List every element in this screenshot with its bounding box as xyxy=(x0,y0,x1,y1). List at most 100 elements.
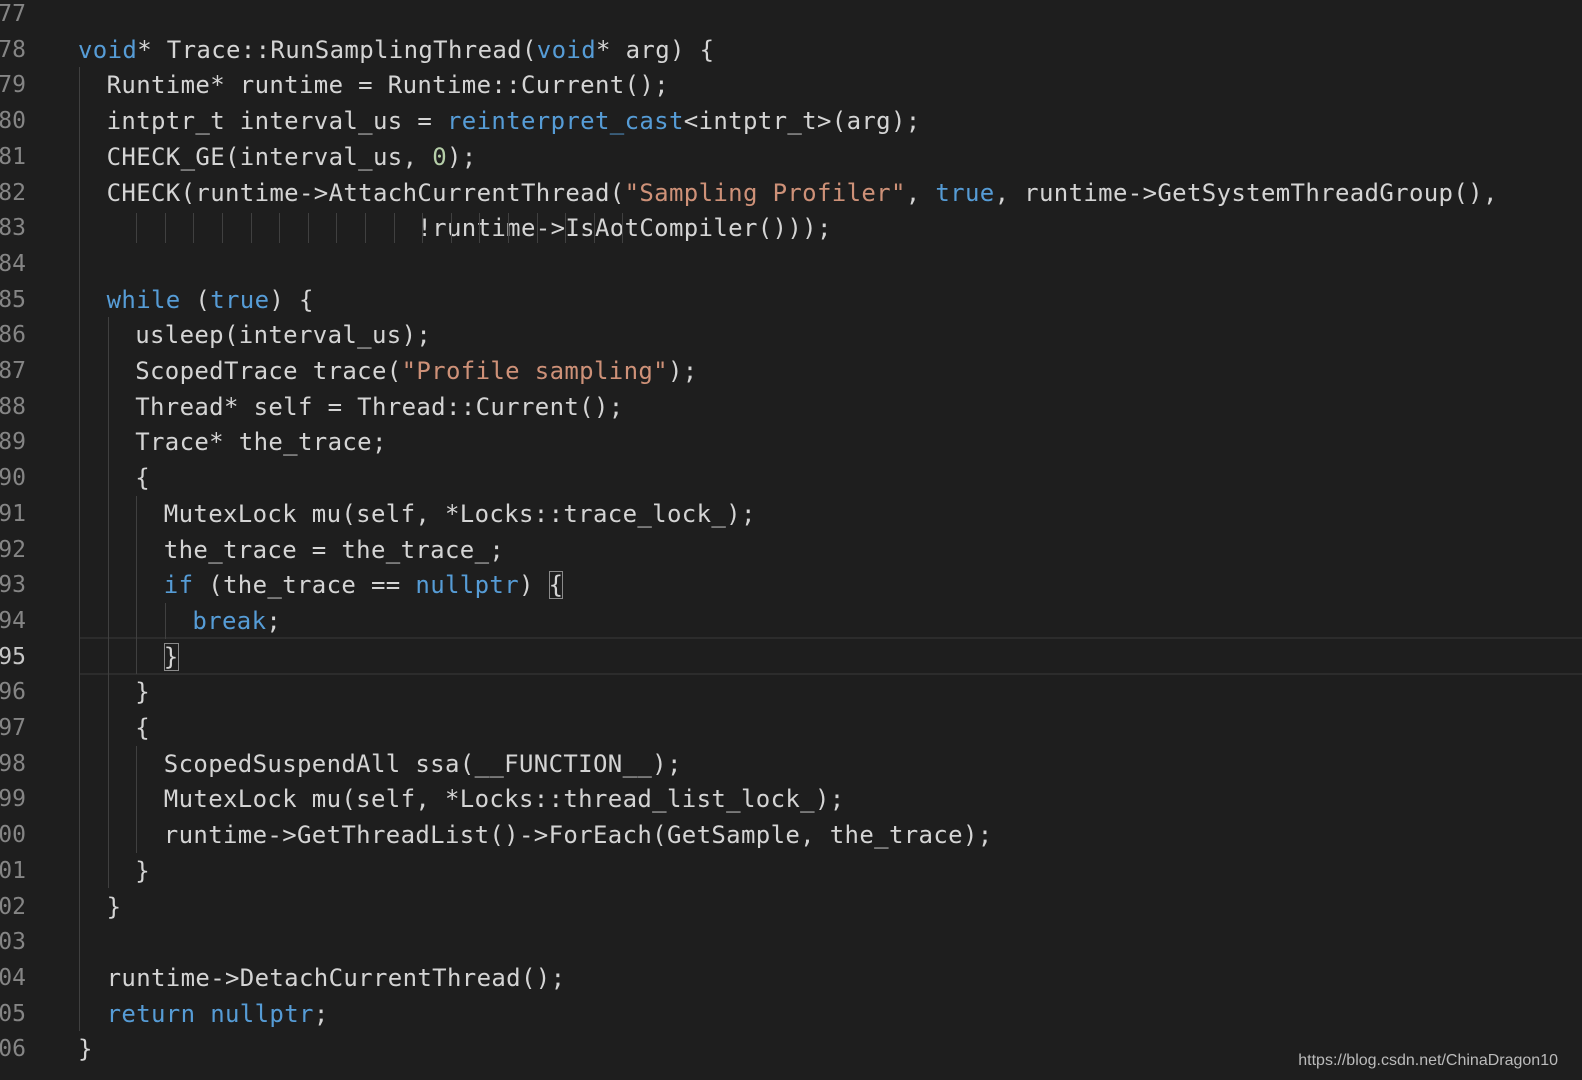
line-number: 98 xyxy=(0,750,26,777)
code-line[interactable]: 00 runtime->GetThreadList()->ForEach(GetS… xyxy=(0,817,1582,853)
code-token: ) { xyxy=(269,285,314,314)
line-number: 87 xyxy=(0,358,26,384)
code-line[interactable]: 05 return nullptr; xyxy=(0,996,1582,1032)
keyword-token: void xyxy=(78,35,138,64)
code-line[interactable]: 88 Thread* self = Thread::Current(); xyxy=(0,389,1582,425)
line-number: 94 xyxy=(0,607,26,634)
code-token: Runtime* runtime = Runtime::Current(); xyxy=(106,71,669,100)
alignment-guide xyxy=(365,213,366,243)
alignment-guide xyxy=(479,213,481,243)
code-line[interactable]: 95} xyxy=(0,639,1582,675)
indent-guide xyxy=(79,67,80,1032)
code-line[interactable]: 78 void* Trace::RunSamplingThread(void* a… xyxy=(0,32,1582,68)
code-text: runtime->GetThreadList()->ForEach(GetSam… xyxy=(164,817,993,853)
code-text: return nullptr; xyxy=(107,996,329,1032)
code-line[interactable]: 97 { xyxy=(0,710,1582,746)
code-text: the_trace = the_trace_; xyxy=(164,532,504,568)
code-text: Thread* self = Thread::Current(); xyxy=(135,389,623,425)
bracket-match: { xyxy=(548,571,564,600)
alignment-guide xyxy=(136,213,138,243)
code-text: Trace* the_trace; xyxy=(135,424,387,460)
code-token: } xyxy=(78,1035,93,1064)
code-token: } xyxy=(135,856,150,885)
code-text: runtime->DetachCurrentThread(); xyxy=(107,960,566,996)
alignment-guide xyxy=(508,213,509,243)
code-text: } xyxy=(78,1031,93,1067)
code-editor[interactable]: 77 78 void* Trace::RunSamplingThread(void*… xyxy=(0,0,1582,1080)
line-number: 03 xyxy=(0,929,26,956)
code-token: CHECK(runtime->AttachCurrentThread( xyxy=(106,178,625,207)
code-line[interactable]: 91 MutexLock mu(self, *Locks::trace_lock_… xyxy=(0,496,1582,532)
code-text: Runtime* runtime = Runtime::Current(); xyxy=(107,67,669,103)
code-line[interactable]: 02} xyxy=(0,889,1582,925)
code-text: ScopedTrace trace("Profile sampling"); xyxy=(135,353,697,389)
code-line[interactable]: 94 break; xyxy=(0,603,1582,639)
alignment-guide xyxy=(336,213,338,243)
bracket-match: } xyxy=(163,642,179,671)
alignment-guide xyxy=(250,213,252,243)
line-number: 89 xyxy=(0,429,26,456)
alignment-guide xyxy=(164,213,166,243)
code-token: MutexLock mu(self, *Locks::trace_lock_); xyxy=(163,499,756,528)
code-token: * arg) { xyxy=(596,35,715,64)
code-line[interactable]: 84 xyxy=(0,246,1582,282)
line-number: 84 xyxy=(0,250,26,277)
code-text: if (the_trace == nullptr) { xyxy=(164,567,564,603)
keyword-token: true xyxy=(210,285,270,314)
code-text: while (true) { xyxy=(107,282,314,318)
code-text: MutexLock mu(self, *Locks::trace_lock_); xyxy=(164,496,756,532)
keyword-token: while xyxy=(106,285,181,314)
keyword-token: void xyxy=(536,35,596,64)
code-line[interactable]: 80 intptr_t interval_us = reinterpret_cas… xyxy=(0,103,1582,139)
code-line[interactable]: 98 ScopedSuspendAll ssa(__FUNCTION__); xyxy=(0,746,1582,782)
alignment-guide xyxy=(279,213,281,243)
line-number: 90 xyxy=(0,465,26,492)
code-line[interactable]: 90 { xyxy=(0,460,1582,496)
indent-guide xyxy=(136,495,138,675)
code-line[interactable]: 01} xyxy=(0,853,1582,889)
code-text: { xyxy=(135,710,150,746)
line-number: 97 xyxy=(0,715,26,741)
code-text: CHECK(runtime->AttachCurrentThread("Samp… xyxy=(107,175,1498,211)
keyword-token: if xyxy=(163,571,194,600)
code-line[interactable]: 77 xyxy=(0,0,1582,32)
code-text: intptr_t interval_us = reinterpret_cast<… xyxy=(107,103,921,139)
code-line[interactable]: 04 runtime->DetachCurrentThread(); xyxy=(0,960,1582,996)
code-line[interactable]: 81 CHECK_GE(interval_us, 0); xyxy=(0,139,1582,175)
code-line[interactable]: 86 usleep(interval_us); xyxy=(0,317,1582,353)
code-text: ScopedSuspendAll ssa(__FUNCTION__); xyxy=(164,746,682,782)
line-number: 88 xyxy=(0,393,26,420)
code-token: runtime->GetThreadList()->ForEach(GetSam… xyxy=(163,821,993,850)
code-token: usleep(interval_us); xyxy=(135,321,432,350)
indent-guide xyxy=(136,745,138,853)
indent-guide xyxy=(164,602,166,639)
keyword-token: true xyxy=(935,178,995,207)
code-line[interactable]: 79 Runtime* runtime = Runtime::Current(); xyxy=(0,67,1582,103)
code-token: ); xyxy=(447,142,477,171)
watermark: https://blog.csdn.net/ChinaDragon10 xyxy=(1298,1052,1558,1069)
code-line[interactable]: 93 if (the_trace == nullptr) { xyxy=(0,567,1582,603)
code-line[interactable]: 85 while (true) { xyxy=(0,282,1582,318)
code-line[interactable]: 87 ScopedTrace trace("Profile sampling"); xyxy=(0,353,1582,389)
code-token: { xyxy=(135,714,150,742)
code-line[interactable]: 92 the_trace = the_trace_; xyxy=(0,532,1582,568)
code-token: * Trace::RunSamplingThread( xyxy=(137,35,537,64)
code-line[interactable]: 89 Trace* the_trace; xyxy=(0,424,1582,460)
string-token: "Profile sampling" xyxy=(401,357,668,385)
code-token: (the_trace == xyxy=(193,571,416,600)
code-line[interactable]: 82 CHECK(runtime->AttachCurrentThread("Sa… xyxy=(0,175,1582,211)
alignment-guide xyxy=(307,213,309,243)
code-line[interactable]: 83 !runtime->IsAotCompiler())); xyxy=(0,210,1582,246)
code-text: !runtime->IsAotCompiler())); xyxy=(107,210,832,246)
code-line[interactable]: 99 MutexLock mu(self, *Locks::thread_list… xyxy=(0,781,1582,817)
line-number: 05 xyxy=(0,1000,26,1027)
keyword-token: nullptr xyxy=(415,571,520,600)
code-line[interactable]: 96} xyxy=(0,674,1582,710)
code-token: Trace* the_trace; xyxy=(135,428,387,457)
code-token: , runtime->GetSystemThreadGroup(), xyxy=(994,178,1498,207)
code-token: ScopedTrace trace( xyxy=(135,357,402,385)
line-number: 86 xyxy=(0,322,26,349)
code-token: Thread* self = Thread::Current(); xyxy=(135,392,624,421)
code-line[interactable]: 03 xyxy=(0,924,1582,960)
